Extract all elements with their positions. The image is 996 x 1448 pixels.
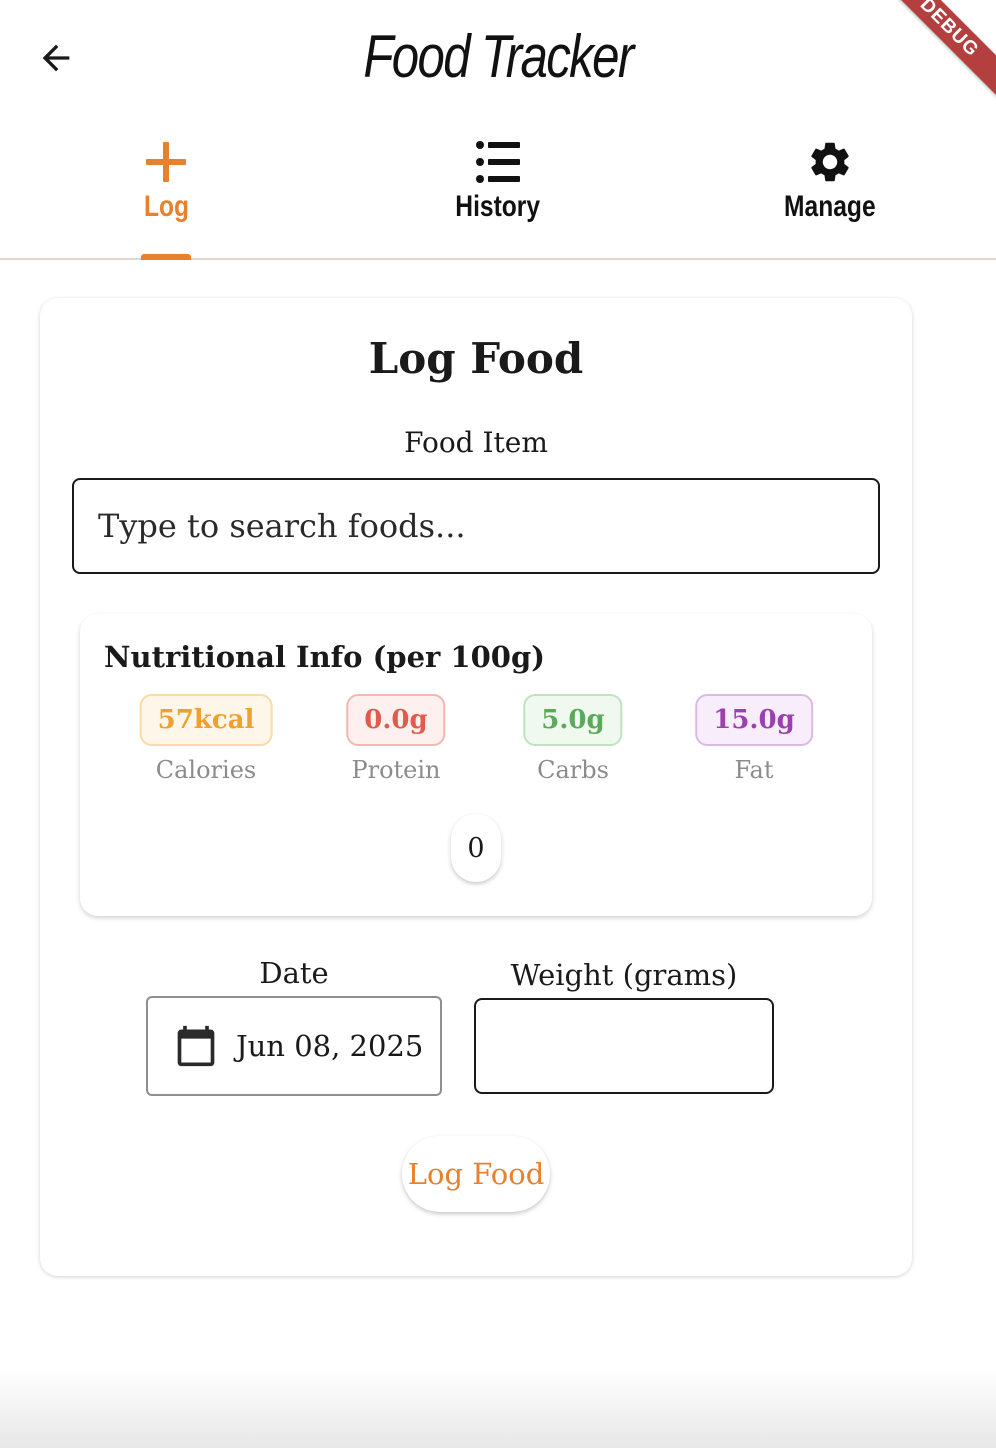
calories-label: Calories (155, 756, 257, 784)
protein-badge: 0.0g (346, 694, 446, 746)
back-button[interactable] (28, 30, 84, 86)
nutrition-info-card: Nutritional Info (per 100g) 57kcal Calor… (80, 614, 872, 916)
date-value: Jun 08, 2025 (236, 1029, 424, 1063)
macro-carbs: 5.0g Carbs (523, 694, 623, 784)
nutrition-title: Nutritional Info (per 100g) (104, 640, 545, 674)
fat-label: Fat (734, 756, 774, 784)
log-food-card: Log Food Food Item Nutritional Info (per… (40, 298, 912, 1276)
date-label: Date (259, 956, 329, 990)
macro-calories: 57kcal Calories (139, 694, 273, 784)
protein-label: Protein (351, 756, 441, 784)
card-title: Log Food (368, 334, 584, 383)
date-picker-field[interactable]: Jun 08, 2025 (146, 996, 442, 1096)
tab-history[interactable]: History (332, 120, 664, 258)
list-icon (474, 138, 522, 186)
tab-log[interactable]: Log (0, 120, 332, 260)
count-chip[interactable]: 0 (451, 814, 501, 882)
app-bar: Food Tracker (0, 0, 996, 120)
plus-icon (142, 138, 190, 186)
macro-fat: 15.0g Fat (695, 694, 813, 784)
carbs-badge: 5.0g (523, 694, 623, 746)
arrow-back-icon (42, 44, 70, 72)
app-title: Food Tracker (363, 23, 634, 90)
macro-protein: 0.0g Protein (346, 694, 446, 784)
tab-history-label: History (455, 190, 541, 223)
food-item-label: Food Item (404, 426, 548, 459)
calendar-icon (177, 1025, 215, 1067)
tab-manage[interactable]: Manage (664, 120, 996, 258)
calories-badge: 57kcal (139, 694, 273, 746)
weight-label: Weight (grams) (510, 958, 738, 992)
weight-input[interactable] (474, 998, 774, 1094)
tab-log-label: Log (143, 190, 189, 223)
tab-bar: Log History Manage (0, 120, 996, 260)
tab-manage-label: Manage (784, 190, 876, 223)
carbs-label: Carbs (537, 756, 609, 784)
gear-icon (806, 138, 854, 186)
fat-badge: 15.0g (695, 694, 813, 746)
bottom-shade (0, 1368, 996, 1448)
log-food-button[interactable]: Log Food (402, 1136, 550, 1212)
food-search-input[interactable] (72, 478, 880, 574)
active-tab-indicator (141, 254, 191, 260)
